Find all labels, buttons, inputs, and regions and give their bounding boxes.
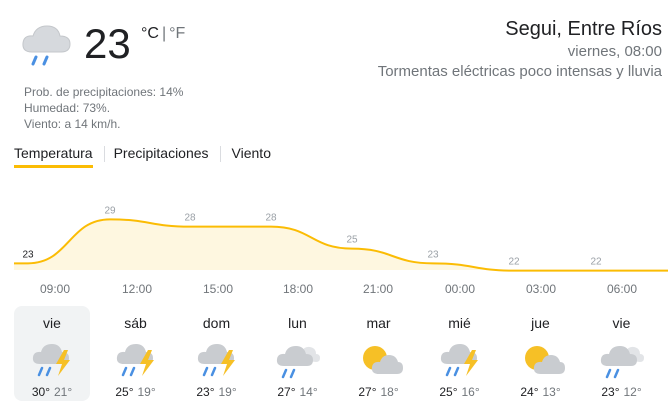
day-card[interactable]: sáb 25° 19° bbox=[95, 306, 176, 401]
day-card[interactable]: mar 27° 18° bbox=[338, 306, 419, 401]
rain-cloud-icon bbox=[22, 25, 71, 66]
tab-wind[interactable]: Viento bbox=[219, 142, 271, 168]
daily-forecast: vie 30° 21° sáb 25° 19° dom 23° 19° lun 27° 14° mar 2… bbox=[14, 306, 662, 401]
day-name: dom bbox=[202, 315, 231, 331]
day-low: 19° bbox=[218, 385, 237, 399]
weather-details: Prob. de precipitaciones: 14% Humedad: 7… bbox=[24, 84, 183, 132]
day-low: 12° bbox=[623, 385, 642, 399]
temperature-point-label: 28 bbox=[265, 213, 277, 224]
current-temperature: 23 bbox=[84, 20, 131, 67]
unit-celsius[interactable]: °C bbox=[141, 24, 159, 44]
condition-text: Tormentas eléctricas poco intensas y llu… bbox=[377, 63, 662, 80]
day-high: 25° bbox=[115, 385, 134, 399]
precipitation-probability: Prob. de precipitaciones: 14% bbox=[24, 85, 184, 99]
hour-label: 18:00 bbox=[282, 282, 314, 296]
temperature-point-label: 29 bbox=[104, 205, 116, 216]
temperature-point-label: 22 bbox=[590, 257, 602, 268]
unit-fahrenheit[interactable]: °F bbox=[169, 24, 185, 44]
hour-label: 00:00 bbox=[444, 282, 476, 296]
day-temps: 24° 13° bbox=[500, 384, 581, 400]
thunderstorm-rain-icon bbox=[440, 344, 478, 377]
day-low: 16° bbox=[461, 385, 480, 399]
day-name: vie bbox=[43, 315, 61, 331]
temperature-point-label: 25 bbox=[346, 235, 358, 246]
tab-temperature[interactable]: Temperatura bbox=[14, 142, 93, 168]
day-card[interactable]: lun 27° 14° bbox=[257, 306, 338, 401]
day-temps: 30° 21° bbox=[14, 384, 90, 400]
hour-label: 21:00 bbox=[362, 282, 394, 296]
partly-cloudy-icon bbox=[524, 346, 565, 374]
day-card[interactable]: jue 24° 13° bbox=[500, 306, 581, 401]
day-temps: 23° 19° bbox=[176, 384, 257, 400]
thunderstorm-rain-icon bbox=[197, 344, 235, 377]
thunderstorm-rain-icon bbox=[32, 344, 70, 377]
day-high: 30° bbox=[31, 385, 50, 399]
day-high: 23° bbox=[196, 385, 215, 399]
day-temps: 27° 18° bbox=[338, 384, 419, 400]
temperature-point-label: 23 bbox=[427, 249, 439, 260]
location-name: Segui, Entre Ríos bbox=[505, 18, 662, 40]
day-low: 21° bbox=[54, 385, 73, 399]
day-high: 25° bbox=[439, 385, 458, 399]
day-name: jue bbox=[531, 315, 550, 331]
day-temps: 25° 19° bbox=[95, 384, 176, 400]
rain-cloud-icon bbox=[276, 346, 320, 379]
thunderstorm-rain-icon bbox=[116, 344, 154, 377]
hour-label: 09:00 bbox=[39, 282, 71, 296]
day-card[interactable]: mié 25° 16° bbox=[419, 306, 500, 401]
partly-cloudy-icon bbox=[362, 346, 403, 374]
rain-cloud-icon bbox=[600, 346, 644, 379]
hour-label: 03:00 bbox=[525, 282, 557, 296]
temperature-area bbox=[14, 219, 668, 271]
chart-tabs: Temperatura Precipitaciones Viento bbox=[14, 142, 271, 168]
unit-switcher: °C | °F bbox=[141, 24, 185, 44]
day-temps: 25° 16° bbox=[419, 384, 500, 400]
location-block: Segui, Entre Ríos viernes, 08:00 Torment… bbox=[378, 16, 662, 82]
hour-label: 15:00 bbox=[202, 282, 234, 296]
day-high: 24° bbox=[520, 385, 539, 399]
day-name: vie bbox=[612, 315, 631, 331]
hour-axis: 09:00 12:00 15:00 18:00 21:00 00:00 03:00 06:00 bbox=[0, 282, 672, 298]
temperature-point-label: 28 bbox=[184, 213, 196, 224]
hour-label: 06:00 bbox=[606, 282, 638, 296]
day-low: 19° bbox=[137, 385, 156, 399]
wind: Viento: a 14 km/h. bbox=[24, 117, 121, 131]
hour-label: 12:00 bbox=[121, 282, 153, 296]
day-low: 13° bbox=[542, 385, 561, 399]
temperature-point-label: 22 bbox=[508, 257, 520, 268]
tab-precipitation[interactable]: Precipitaciones bbox=[103, 142, 209, 168]
day-card[interactable]: vie 23° 12° bbox=[581, 306, 662, 401]
unit-separator: | bbox=[161, 25, 167, 42]
day-temps: 27° 14° bbox=[257, 384, 338, 400]
day-high: 27° bbox=[277, 385, 296, 399]
day-name: lun bbox=[288, 315, 307, 331]
day-high: 27° bbox=[358, 385, 377, 399]
local-time: viernes, 08:00 bbox=[567, 43, 662, 60]
day-name: sáb bbox=[124, 315, 147, 331]
day-card[interactable]: dom 23° 19° bbox=[176, 306, 257, 401]
day-low: 18° bbox=[380, 385, 399, 399]
temperature-chart: 23 29 28 28 25 23 22 22 bbox=[14, 205, 668, 272]
temperature-point-label: 23 bbox=[22, 249, 34, 260]
day-low: 14° bbox=[299, 385, 318, 399]
day-card[interactable]: vie 30° 21° bbox=[14, 306, 90, 401]
day-name: mar bbox=[366, 315, 391, 331]
day-high: 23° bbox=[601, 385, 620, 399]
day-temps: 23° 12° bbox=[581, 384, 662, 400]
day-name: mié bbox=[448, 315, 471, 331]
humidity: Humedad: 73%. bbox=[24, 101, 111, 115]
